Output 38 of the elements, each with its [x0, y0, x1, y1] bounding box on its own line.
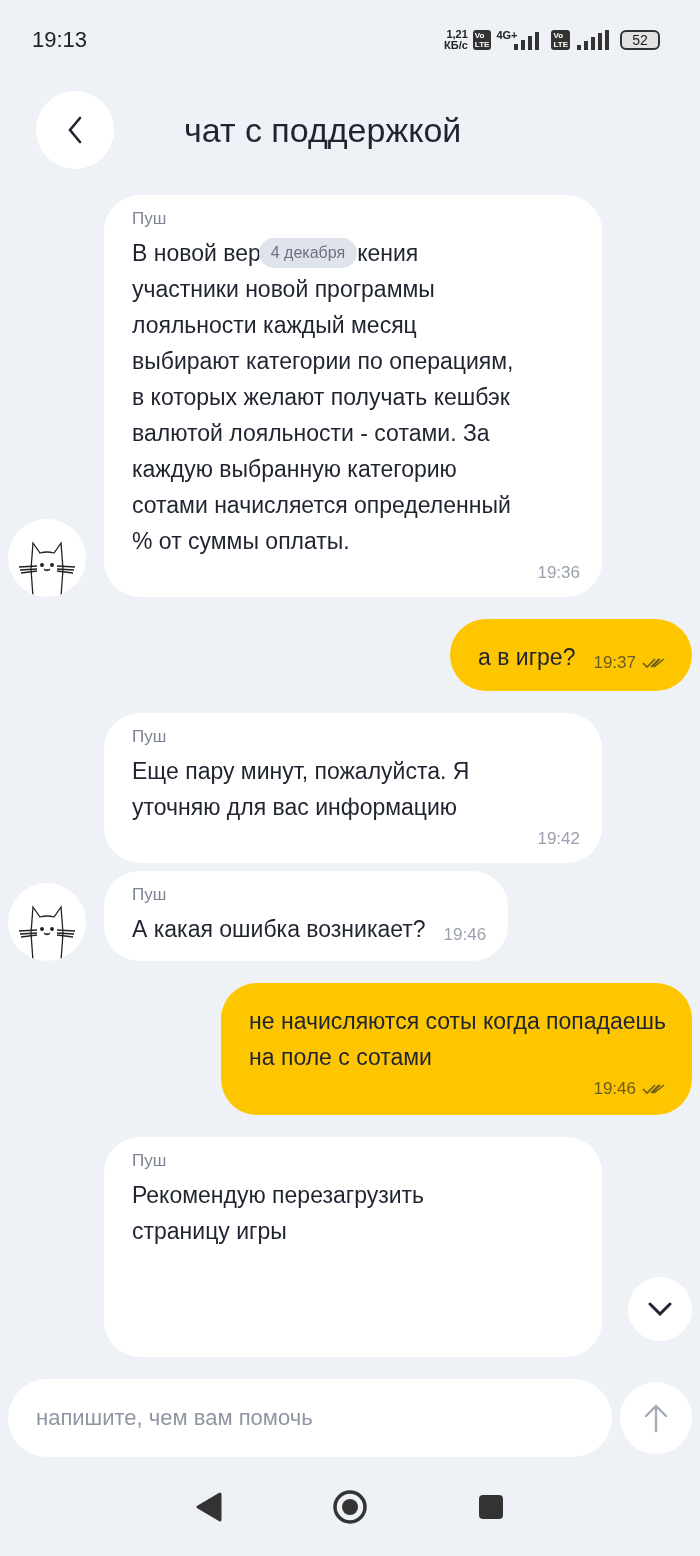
message-text: а в игре?	[478, 643, 576, 672]
message-time: 19:37	[593, 653, 636, 673]
message-text: участники новой программы лояльности каждый месяц выбирают категории по операциям, в которых желают получать кешбэк валютой лояльности - сотами. За каждую выбранную категорию сотами начисляется определенный % от суммы оплаты.	[132, 275, 515, 556]
network-speed: 1,21	[446, 29, 468, 40]
sender-name: Пуш	[132, 885, 168, 905]
home-circle-icon	[332, 1488, 368, 1525]
message-text: кения	[357, 239, 419, 268]
message-text: В новой вер	[132, 239, 261, 268]
nav-back-button[interactable]	[196, 1491, 222, 1522]
message-input[interactable]: напишите, чем вам помочь	[8, 1379, 612, 1457]
double-check-icon	[642, 1083, 666, 1095]
sender-name: Пуш	[132, 1151, 168, 1171]
message-text: А какая ошибка возникает?	[132, 915, 426, 944]
triangle-back-icon	[196, 1491, 222, 1522]
nav-recents-button[interactable]	[478, 1493, 504, 1520]
message-text: Еще пару минут, пожалуйста. Я уточняю для вас информацию	[132, 757, 471, 822]
message-time: 19:36	[537, 563, 580, 583]
message-text: не начисляются соты когда попадаешь на поле с сотами	[249, 1007, 666, 1072]
square-recents-icon	[478, 1493, 504, 1520]
message-time: 19:42	[537, 829, 580, 849]
sender-name: Пуш	[132, 209, 168, 229]
signal-icon	[575, 30, 611, 50]
chevron-down-icon	[648, 1302, 672, 1316]
message-time: 19:46	[593, 1079, 636, 1099]
double-check-icon	[642, 657, 666, 669]
status-time: 19:13	[32, 27, 88, 53]
battery-indicator: 52	[620, 30, 660, 50]
volte-badge: Vo LTE	[472, 30, 492, 50]
chat-title: чат с поддержкой	[184, 110, 462, 150]
back-chevron-icon	[68, 116, 82, 144]
network-speed-unit: КБ/с	[444, 40, 468, 51]
nav-home-button[interactable]	[332, 1488, 368, 1525]
message-text: Рекомендую перезагрузить страницу игры	[132, 1181, 426, 1246]
arrow-up-icon	[644, 1403, 668, 1433]
network-type: 4G+	[496, 29, 518, 41]
sender-name: Пуш	[132, 727, 168, 747]
message-time: 19:46	[443, 925, 487, 945]
volte-badge: Vo LTE	[551, 30, 570, 50]
